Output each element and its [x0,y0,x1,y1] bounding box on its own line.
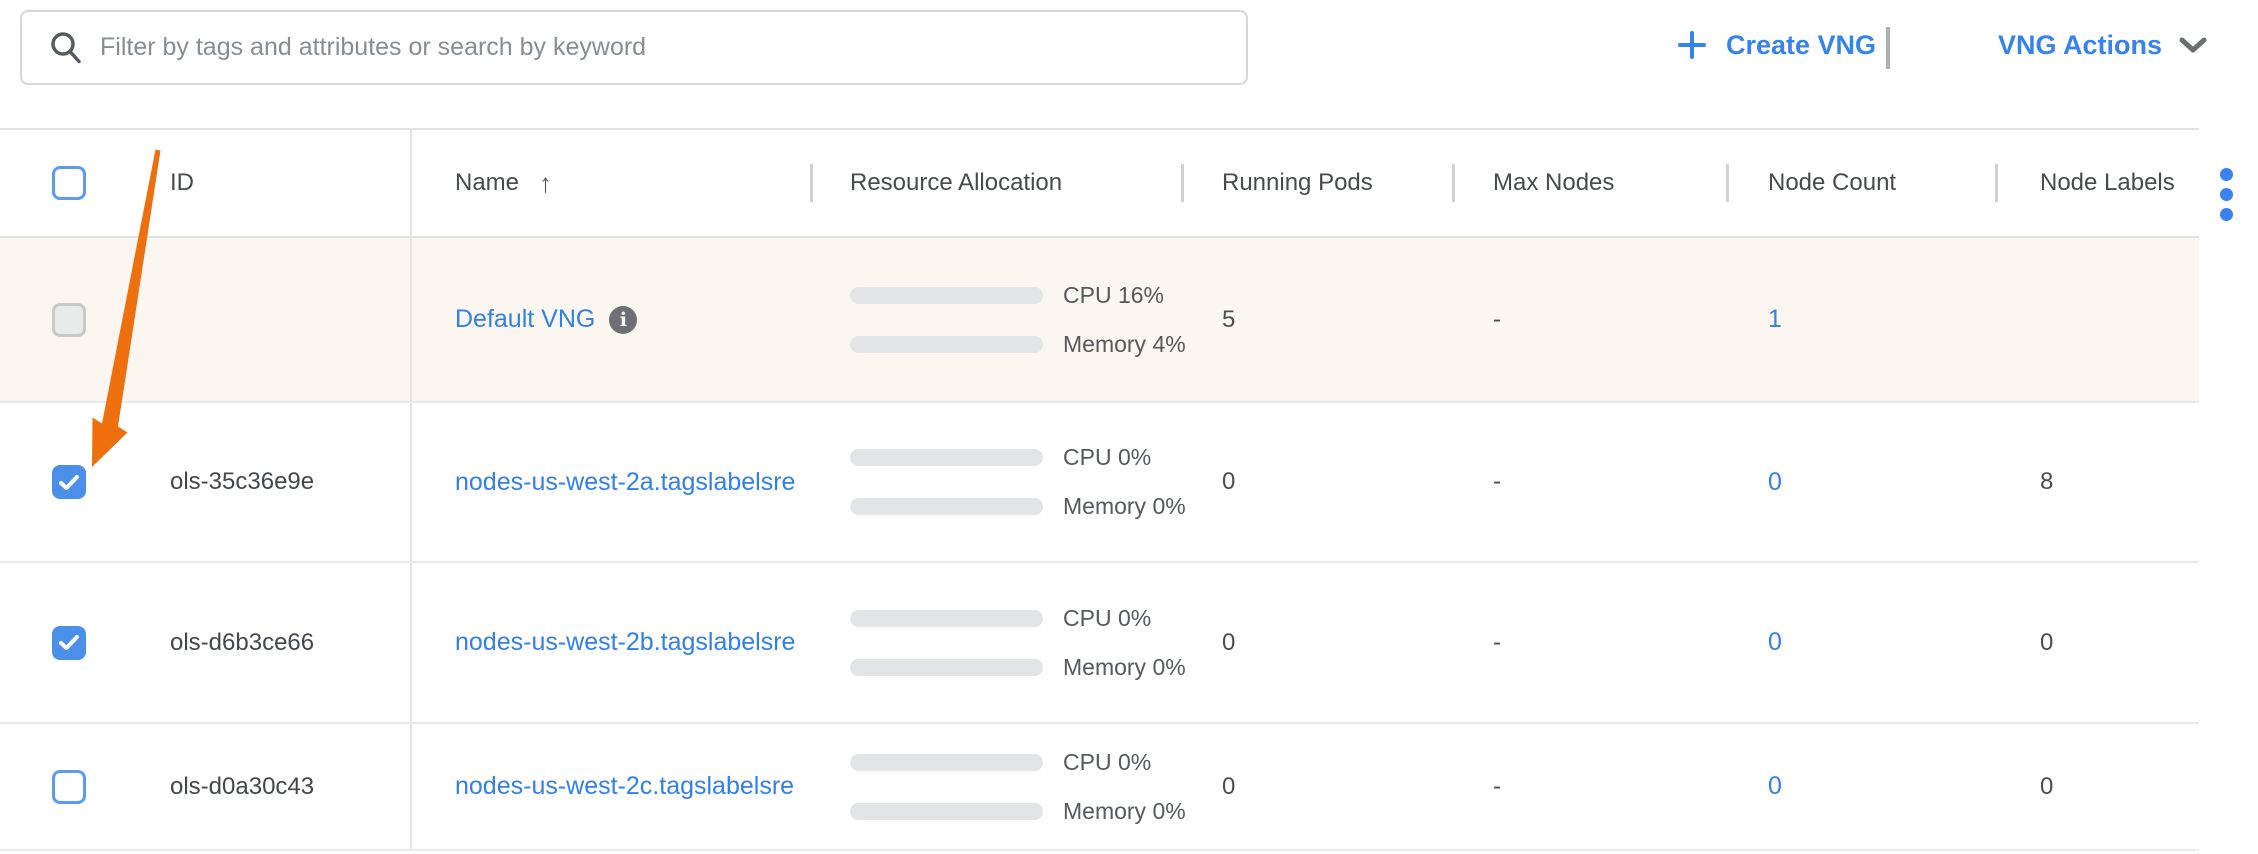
kebab-dot [2220,188,2233,201]
cpu-bar-track [850,449,1043,466]
cpu-label: CPU 0% [1063,444,1151,471]
vng-actions-dropdown[interactable]: VNG Actions [1998,18,2208,72]
column-header-max-nodes[interactable]: Max Nodes [1452,130,1726,236]
memory-bar-track [850,803,1043,820]
cpu-label: CPU 0% [1063,749,1151,776]
column-header-id[interactable]: ID [118,130,410,236]
table-header-row: ID Name ↑ Resource Allocation Running Po… [0,128,2199,238]
memory-bar-track [850,336,1043,353]
node-count-link[interactable]: 1 [1768,305,1782,334]
create-vng-button[interactable]: Create VNG [1676,18,1876,72]
resource-allocation-bars: CPU 0% Memory 0% [850,605,1186,681]
vng-id [118,238,410,401]
running-pods-value: 0 [1181,403,1452,561]
memory-label: Memory 0% [1063,654,1186,681]
node-labels-value [1995,238,2199,401]
memory-bar-track [850,498,1043,515]
vng-id: ols-35c36e9e [118,403,410,561]
vng-id: ols-d0a30c43 [118,724,410,849]
memory-bar-track [850,659,1043,676]
row-checkbox[interactable] [52,626,86,660]
resource-allocation-bars: CPU 0% Memory 0% [850,749,1186,825]
column-header-running-pods[interactable]: Running Pods [1181,130,1452,236]
node-count-link[interactable]: 0 [1768,468,1782,497]
plus-icon [1676,29,1708,61]
search-icon [48,30,84,66]
row-checkbox [52,303,86,337]
column-header-name[interactable]: Name ↑ [410,130,810,236]
node-labels-value: 0 [1995,724,2199,849]
table-row-default-vng: Default VNG i CPU 16% Memory 4% 5 - 1 [0,238,2199,403]
vng-name-link[interactable]: nodes-us-west-2c.tagslabelsre [455,772,794,801]
vng-id: ols-d6b3ce66 [118,563,410,722]
table-row-ols-35c36e9e: ols-35c36e9e nodes-us-west-2a.tagslabels… [0,403,2199,563]
kebab-dot [2220,168,2233,181]
running-pods-value: 0 [1181,724,1452,849]
cpu-label: CPU 0% [1063,605,1151,632]
resource-allocation-bars: CPU 0% Memory 0% [850,444,1186,520]
max-nodes-value: - [1452,563,1726,722]
column-header-node-labels[interactable]: Node Labels [1995,130,2199,236]
memory-label: Memory 0% [1063,493,1186,520]
vng-name-link[interactable]: nodes-us-west-2b.tagslabelsre [455,628,795,657]
table-row-ols-d6b3ce66: ols-d6b3ce66 nodes-us-west-2b.tagslabels… [0,563,2199,724]
vng-name-link[interactable]: Default VNG [455,305,595,334]
search-input[interactable] [100,33,1246,62]
max-nodes-value: - [1452,238,1726,401]
column-header-resource-allocation[interactable]: Resource Allocation [810,130,1181,236]
node-labels-value: 8 [1995,403,2199,561]
row-checkbox[interactable] [52,465,86,499]
select-all-checkbox[interactable] [52,166,86,200]
kebab-dot [2220,208,2233,221]
max-nodes-value: - [1452,724,1726,849]
info-icon[interactable]: i [609,306,637,334]
row-checkbox[interactable] [52,770,86,804]
cpu-bar-track [850,287,1043,304]
memory-label: Memory 0% [1063,798,1186,825]
running-pods-value: 5 [1181,238,1452,401]
node-labels-value: 0 [1995,563,2199,722]
vng-table: ID Name ↑ Resource Allocation Running Po… [0,128,2199,851]
vng-name-link[interactable]: nodes-us-west-2a.tagslabelsre [455,468,795,497]
memory-label: Memory 4% [1063,331,1186,358]
running-pods-value: 0 [1181,563,1452,722]
create-vng-label: Create VNG [1726,30,1876,61]
max-nodes-value: - [1452,403,1726,561]
sort-ascending-icon: ↑ [539,168,552,199]
vng-list-page: Create VNG VNG Actions ID N [0,0,2258,854]
column-settings-kebab-button[interactable] [2220,168,2236,221]
vng-actions-label: VNG Actions [1998,30,2162,61]
cpu-label: CPU 16% [1063,282,1164,309]
chevron-down-icon [2178,35,2208,55]
filter-search-field[interactable] [20,10,1248,85]
header-checkbox-cell [0,130,118,236]
resource-allocation-bars: CPU 16% Memory 4% [850,282,1186,358]
table-row-ols-d0a30c43: ols-d0a30c43 nodes-us-west-2c.tagslabels… [0,724,2199,851]
cpu-bar-track [850,610,1043,627]
cpu-bar-track [850,754,1043,771]
node-count-link[interactable]: 0 [1768,628,1782,657]
toolbar-divider [1886,27,1890,69]
column-header-node-count[interactable]: Node Count [1726,130,1995,236]
node-count-link[interactable]: 0 [1768,772,1782,801]
